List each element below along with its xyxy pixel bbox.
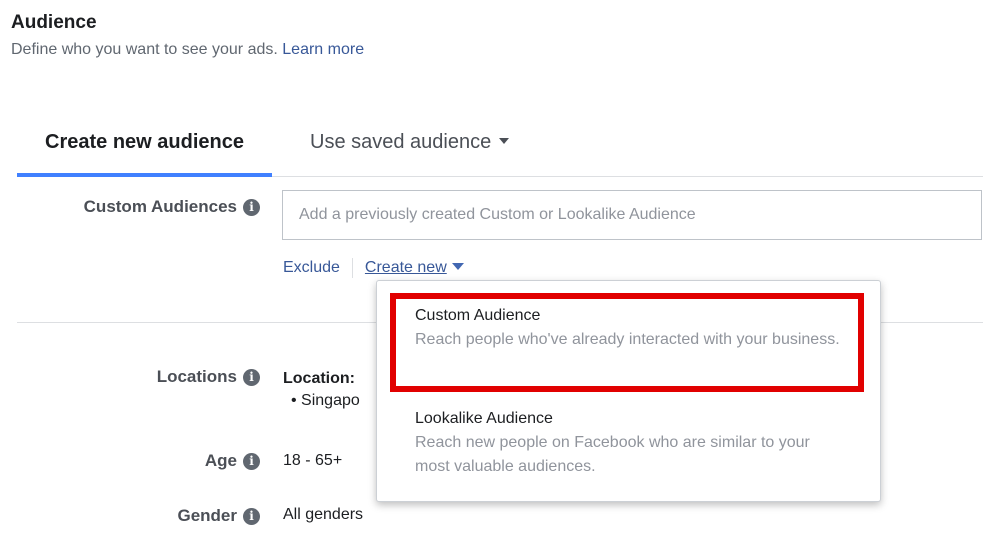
location-item-text: Singapo <box>301 392 360 409</box>
exclude-link[interactable]: Exclude <box>283 259 340 276</box>
locations-value: Location: • Singapo <box>283 368 360 412</box>
age-value: 18 - 65+ <box>283 452 343 469</box>
age-label-text: Age <box>204 451 237 470</box>
caret-down-icon <box>499 138 510 145</box>
custom-audiences-label-text: Custom Audiences <box>83 197 237 216</box>
audience-tabs: Create new audience Use saved audience <box>17 112 983 177</box>
dropdown-item-lookalike-audience[interactable]: Lookalike Audience Reach new people on F… <box>377 407 880 479</box>
section-description: Define who you want to see your ads. Lea… <box>11 41 364 59</box>
info-icon[interactable]: i <box>243 508 260 525</box>
location-item: • Singapo <box>291 392 360 409</box>
create-new-dropdown: Custom Audience Reach people who've alre… <box>376 280 881 502</box>
gender-label: Gender i <box>177 506 260 526</box>
tab-use-saved-audience[interactable]: Use saved audience <box>310 112 510 173</box>
location-title: Location: <box>283 370 355 387</box>
info-icon[interactable]: i <box>243 453 260 470</box>
create-new-link[interactable]: Create new <box>365 259 447 276</box>
tab-use-saved-label: Use saved audience <box>310 131 492 153</box>
custom-audiences-actions: Exclude Create new <box>283 257 464 279</box>
description-text: Define who you want to see your ads. <box>11 41 278 58</box>
custom-audience-description: Reach people who've already interacted w… <box>415 331 840 348</box>
action-separator <box>351 257 353 278</box>
tab-create-new-label: Create new audience <box>45 131 244 153</box>
learn-more-link[interactable]: Learn more <box>282 41 364 58</box>
custom-audience-title: Custom Audience <box>415 307 541 324</box>
section-title: Audience <box>11 12 97 33</box>
lookalike-audience-title: Lookalike Audience <box>415 410 553 427</box>
dropdown-item-custom-audience[interactable]: Custom Audience Reach people who've alre… <box>377 304 880 352</box>
info-icon[interactable]: i <box>243 199 260 216</box>
locations-label-text: Locations <box>156 367 237 386</box>
age-label: Age i <box>205 451 260 471</box>
info-icon[interactable]: i <box>243 369 260 386</box>
gender-value: All genders <box>283 506 364 523</box>
custom-audiences-input[interactable] <box>282 190 982 240</box>
gender-label-text: Gender <box>177 506 237 525</box>
custom-audiences-label: Custom Audiences i <box>84 197 260 217</box>
caret-down-icon[interactable] <box>451 263 464 271</box>
locations-label: Locations i <box>157 367 260 387</box>
tab-create-new-audience[interactable]: Create new audience <box>17 112 272 177</box>
lookalike-audience-description: Reach new people on Facebook who are sim… <box>415 434 810 475</box>
